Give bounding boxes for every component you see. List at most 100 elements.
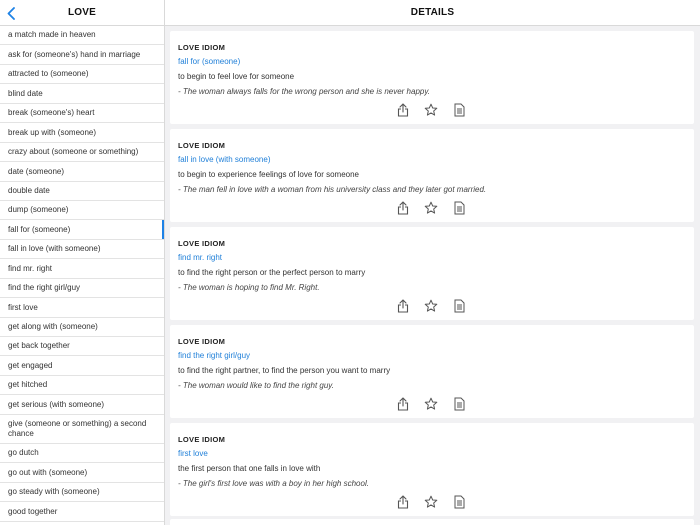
list-item[interactable]: ask for (someone's) hand in marriage — [0, 45, 164, 65]
list-item[interactable]: give (someone or something) a second cha… — [0, 415, 164, 444]
card-example: - The woman always falls for the wrong p… — [178, 87, 430, 96]
star-icon[interactable] — [424, 299, 438, 313]
card-term[interactable]: find the right girl/guy — [178, 351, 250, 360]
detail-title: DETAILS — [410, 7, 455, 18]
list-item[interactable]: double date — [0, 182, 164, 201]
card-category: LOVE IDIOM — [178, 239, 226, 248]
list-item-label: date (someone) — [8, 166, 65, 176]
list-item[interactable]: get hitched — [0, 376, 164, 396]
card-category: LOVE IDIOM — [178, 43, 226, 52]
list-item-label: fall in love (with someone) — [8, 244, 101, 254]
list-item[interactable]: blind date — [0, 84, 164, 104]
list-item[interactable]: date (someone) — [0, 162, 164, 182]
card-definition: to find the right person or the perfect … — [178, 268, 366, 277]
detail-pane: DETAILS LOVE IDIOM fall for (someone) to… — [165, 0, 700, 525]
card-actions — [396, 299, 466, 313]
idiom-card: LOVE IDIOM first love the first person t… — [170, 423, 694, 516]
card-category: LOVE IDIOM — [178, 435, 226, 444]
list-item-label: go out with (someone) — [8, 467, 88, 477]
list-item-label: get serious (with someone) — [8, 399, 105, 409]
share-icon[interactable] — [396, 299, 410, 313]
idiom-card: LOVE IDIOM find the right girl/guy to fi… — [170, 325, 694, 418]
list-item[interactable]: good together — [0, 502, 164, 522]
list-item[interactable]: find the right girl/guy — [0, 279, 164, 299]
card-definition: to begin to feel love for someone — [178, 72, 295, 81]
list-item[interactable]: a match made in heaven — [0, 26, 164, 46]
list-item[interactable]: go dutch — [0, 444, 164, 464]
idiom-card: LOVE IDIOM find mr. right to find the ri… — [170, 227, 694, 320]
card-definition: to begin to experience feelings of love … — [178, 170, 360, 179]
document-icon[interactable] — [452, 103, 466, 117]
card-actions — [396, 397, 466, 411]
list-item-label: crazy about (someone or something) — [8, 147, 139, 157]
share-icon[interactable] — [396, 495, 410, 509]
list-item[interactable]: get serious (with someone) — [0, 395, 164, 415]
share-icon[interactable] — [396, 397, 410, 411]
star-icon[interactable] — [424, 103, 438, 117]
idiom-card-partial — [170, 519, 694, 525]
list-item-label: go dutch — [8, 448, 39, 458]
list-item[interactable]: get engaged — [0, 356, 164, 376]
list-item[interactable]: find mr. right — [0, 259, 164, 279]
card-term[interactable]: fall in love (with someone) — [178, 155, 270, 164]
list-item[interactable]: break up with (someone) — [0, 123, 164, 143]
card-example: - The woman is hoping to find Mr. Right. — [178, 283, 320, 292]
list-item[interactable]: go out with (someone) — [0, 463, 164, 483]
star-icon[interactable] — [424, 397, 438, 411]
card-term[interactable]: find mr. right — [178, 253, 222, 262]
list-item[interactable]: get back together — [0, 337, 164, 357]
list-item[interactable]: attracted to (someone) — [0, 65, 164, 85]
star-icon[interactable] — [424, 495, 438, 509]
list-item[interactable]: get along with (someone) — [0, 318, 164, 337]
document-icon[interactable] — [452, 299, 466, 313]
list-item-label: attracted to (someone) — [8, 69, 89, 79]
idiom-card: LOVE IDIOM fall for (someone) to begin t… — [170, 31, 694, 124]
card-example: - The girl's first love was with a boy i… — [178, 479, 369, 488]
list-item-label: a match made in heaven — [8, 30, 96, 40]
card-actions — [396, 201, 466, 215]
list-item-selected[interactable]: fall for (someone) — [0, 220, 164, 240]
document-icon[interactable] — [452, 495, 466, 509]
list-item-label: find mr. right — [8, 263, 53, 273]
card-actions — [396, 103, 466, 117]
list-item[interactable]: crazy about (someone or something) — [0, 143, 164, 163]
card-term[interactable]: first love — [178, 449, 208, 458]
card-example: - The woman would like to find the right… — [178, 381, 334, 390]
share-icon[interactable] — [396, 201, 410, 215]
share-icon[interactable] — [396, 103, 410, 117]
list-item[interactable]: fall in love (with someone) — [0, 240, 164, 260]
list-item[interactable]: break (someone's) heart — [0, 104, 164, 124]
sidebar-title: LOVE — [67, 7, 97, 18]
list-item-label: get back together — [8, 341, 70, 351]
list-item-label: fall for (someone) — [8, 224, 71, 234]
card-term[interactable]: fall for (someone) — [178, 57, 240, 66]
list-item-label: good together — [8, 506, 58, 516]
list-item-label: break up with (someone) — [8, 127, 97, 137]
sidebar: LOVE a match made in heaven ask for (som… — [0, 0, 165, 525]
list-item-label: get along with (someone) — [8, 322, 98, 332]
list-item-label: ask for (someone's) hand in marriage — [8, 49, 141, 59]
idiom-card: LOVE IDIOM fall in love (with someone) t… — [170, 129, 694, 222]
card-definition: to find the right partner, to find the p… — [178, 366, 391, 375]
list-item-label: blind date — [8, 88, 43, 98]
chevron-left-icon[interactable] — [5, 5, 17, 21]
card-actions — [396, 495, 466, 509]
list-item-label: find the right girl/guy — [8, 283, 81, 293]
list-item-label: go steady with (someone) — [8, 487, 100, 497]
list-item[interactable]: go steady with (someone) — [0, 483, 164, 503]
list-item-label: dump (someone) — [8, 205, 69, 215]
card-example: - The man fell in love with a woman from… — [178, 185, 487, 194]
detail-header: DETAILS — [165, 0, 700, 26]
card-definition: the first person that one falls in love … — [178, 464, 321, 473]
document-icon[interactable] — [452, 397, 466, 411]
list-item-label: get hitched — [8, 380, 48, 390]
list-item-label: break (someone's) heart — [8, 108, 95, 118]
card-category: LOVE IDIOM — [178, 141, 226, 150]
list-item[interactable]: first love — [0, 298, 164, 318]
document-icon[interactable] — [452, 201, 466, 215]
star-icon[interactable] — [424, 201, 438, 215]
sidebar-header: LOVE — [0, 0, 164, 26]
list-item-label: get engaged — [8, 360, 53, 370]
list-item[interactable]: dump (someone) — [0, 201, 164, 221]
list-item-label: first love — [8, 302, 38, 312]
